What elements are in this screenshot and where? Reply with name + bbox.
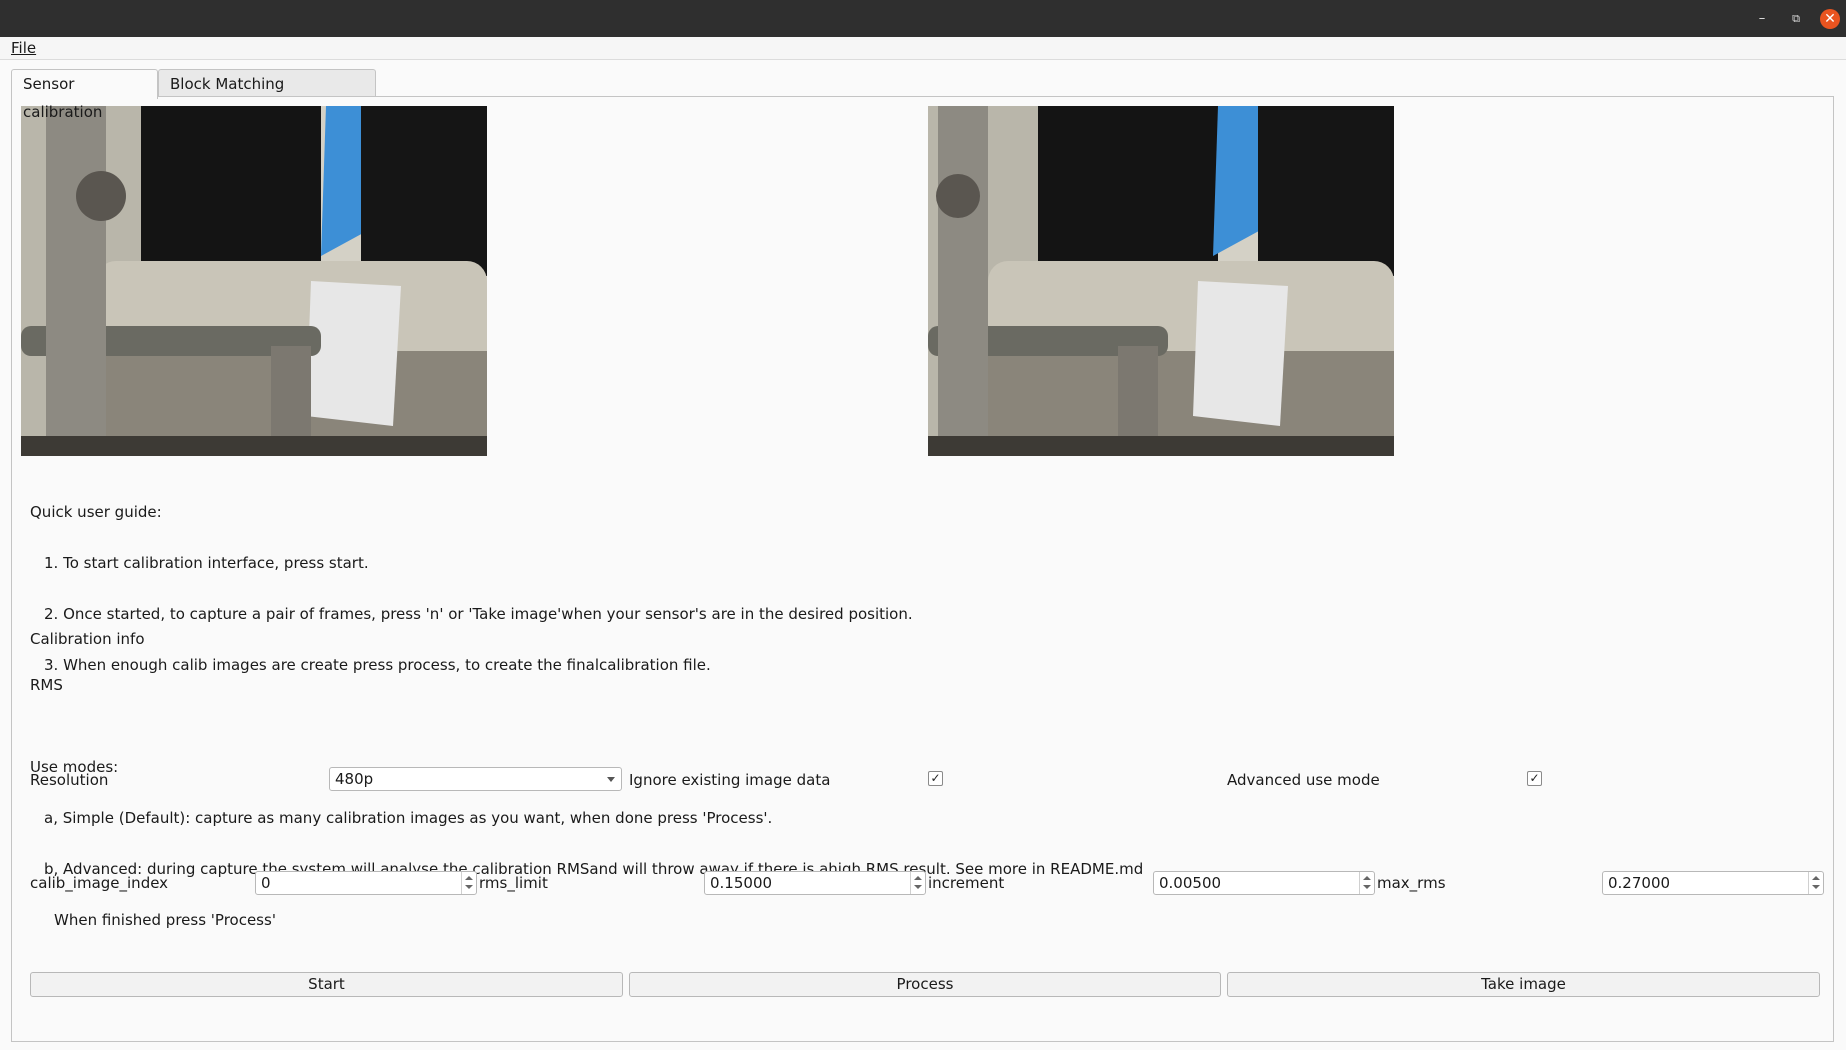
rms-limit-label: rms_limit (479, 874, 548, 892)
ignore-existing-checkbox[interactable]: ✓ (928, 771, 943, 786)
maximize-icon[interactable]: ⧉ (1786, 9, 1806, 29)
spin-buttons[interactable] (1808, 872, 1823, 894)
calib-image-index-label: calib_image_index (30, 874, 169, 892)
rms-label: RMS (30, 676, 63, 694)
advanced-mode-label: Advanced use mode (1227, 771, 1380, 789)
guide-mode: When finished press 'Process' (54, 911, 276, 929)
guide-title: Quick user guide: (30, 503, 162, 521)
rms-limit-spinbox[interactable] (704, 871, 926, 895)
calib-image-index-spinbox[interactable] (255, 871, 477, 895)
spin-buttons[interactable] (1359, 872, 1374, 894)
camera-feed-left (21, 106, 487, 456)
resolution-select[interactable]: 480p (329, 767, 622, 791)
tab-block-matching-configurator[interactable]: Block Matching Configurator (158, 69, 376, 121)
spin-up-icon[interactable] (1363, 876, 1371, 880)
camera-image-left (21, 106, 487, 456)
increment-input[interactable] (1154, 872, 1354, 894)
ignore-existing-label: Ignore existing image data (629, 771, 831, 789)
spin-down-icon[interactable] (465, 885, 473, 889)
guide-spacer (30, 708, 1143, 725)
camera-feed-right (928, 106, 1394, 456)
spin-down-icon[interactable] (1812, 885, 1820, 889)
camera-image-right (928, 106, 1394, 456)
close-icon[interactable]: ✕ (1820, 9, 1840, 29)
process-button[interactable]: Process (629, 972, 1221, 997)
max-rms-input[interactable] (1603, 872, 1803, 894)
rms-limit-input[interactable] (705, 872, 905, 894)
resolution-value: 480p (335, 770, 374, 788)
resolution-label: Resolution (30, 771, 109, 789)
guide-mode: a, Simple (Default): capture as many cal… (44, 809, 773, 827)
max-rms-spinbox[interactable] (1602, 871, 1824, 895)
spin-up-icon[interactable] (1812, 876, 1820, 880)
spin-down-icon[interactable] (1363, 885, 1371, 889)
guide-step: 3. When enough calib images are create p… (44, 656, 711, 674)
spin-down-icon[interactable] (914, 885, 922, 889)
take-image-button[interactable]: Take image (1227, 972, 1820, 997)
max-rms-label: max_rms (1377, 874, 1446, 892)
guide-step: 1. To start calibration interface, press… (44, 554, 369, 572)
spin-up-icon[interactable] (465, 876, 473, 880)
spin-up-icon[interactable] (914, 876, 922, 880)
window-titlebar: – ⧉ ✕ (0, 0, 1846, 37)
guide-step: 2. Once started, to capture a pair of fr… (44, 605, 913, 623)
increment-spinbox[interactable] (1153, 871, 1375, 895)
chevron-down-icon (607, 777, 615, 782)
tab-sensor-calibration[interactable]: Sensor calibration (11, 69, 158, 121)
calibration-info-label: Calibration info (30, 630, 145, 648)
increment-label: increment (928, 874, 1005, 892)
start-button[interactable]: Start (30, 972, 623, 997)
menu-bar: File (0, 37, 1846, 60)
minimize-icon[interactable]: – (1752, 9, 1772, 29)
menu-file[interactable]: File (11, 39, 36, 57)
spin-buttons[interactable] (461, 872, 476, 894)
advanced-mode-checkbox[interactable]: ✓ (1527, 771, 1542, 786)
calib-image-index-input[interactable] (256, 872, 456, 894)
spin-buttons[interactable] (910, 872, 925, 894)
